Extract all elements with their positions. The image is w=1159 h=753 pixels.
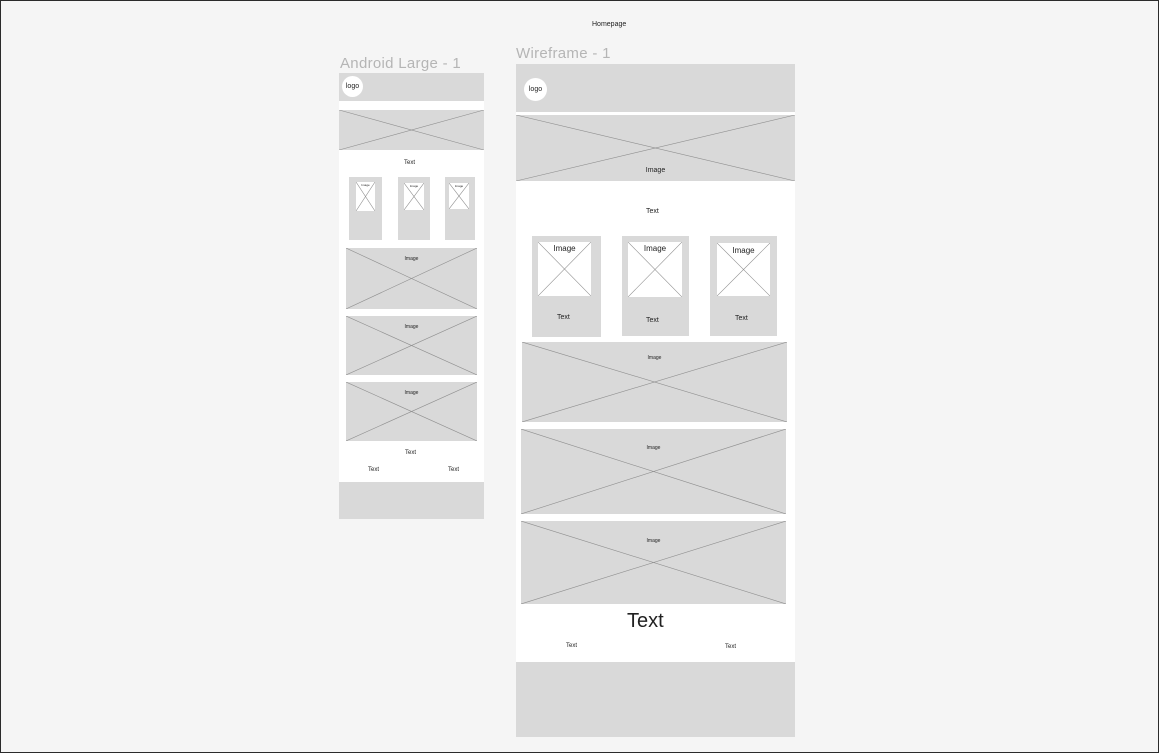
product-card[interactable]: Image Text: [710, 236, 777, 336]
footer-left-text: Text: [368, 467, 380, 473]
image-label: Image: [646, 538, 661, 544]
card-image-label: Image: [454, 184, 464, 188]
image-label: Image: [647, 355, 662, 361]
section-text: Text: [646, 208, 659, 215]
logo[interactable]: logo: [342, 76, 363, 97]
image-placeholder: Image: [346, 316, 477, 375]
image-label: Image: [404, 256, 419, 262]
card-image-label: Image: [361, 183, 370, 187]
bottom-bar: [516, 662, 795, 737]
card-image-placeholder: Image: [404, 183, 424, 210]
card-image-placeholder: Image: [356, 182, 375, 211]
card-image-placeholder: Image: [538, 242, 591, 296]
card-image-placeholder: Image: [449, 183, 469, 209]
hero-image-placeholder: Image: [516, 115, 795, 181]
image-label: Image: [404, 324, 419, 330]
image-placeholder: Image: [521, 521, 786, 604]
product-card[interactable]: Image: [398, 177, 430, 240]
card-text: Text: [646, 317, 659, 324]
image-placeholder: Image: [521, 429, 786, 514]
footer-title: Text: [405, 450, 417, 456]
product-card[interactable]: Image: [349, 177, 382, 240]
card-image-placeholder: Image: [717, 243, 770, 296]
card-text: Text: [557, 314, 570, 321]
card-image-label: Image: [732, 246, 755, 255]
header-bar: logo: [516, 64, 795, 112]
footer-left-text: Text: [566, 643, 578, 649]
page-title: Homepage: [592, 21, 627, 28]
header-bar: logo: [339, 73, 484, 101]
card-text: Text: [735, 315, 748, 322]
footer-right-text: Text: [448, 467, 460, 473]
hero-image-label: Image: [645, 167, 666, 174]
bottom-bar: [339, 482, 484, 519]
image-label: Image: [646, 445, 661, 451]
frame-android-large[interactable]: logo Text Image Image Image Image Image …: [339, 73, 484, 519]
card-image-label: Image: [553, 244, 576, 253]
card-image-label: Image: [643, 244, 667, 253]
product-card[interactable]: Image Text: [532, 236, 601, 337]
frame-label-wireframe[interactable]: Wireframe - 1: [516, 45, 611, 62]
image-label: Image: [404, 390, 419, 396]
product-card[interactable]: Image: [445, 177, 475, 240]
logo[interactable]: logo: [524, 78, 547, 101]
footer-title: Text: [627, 610, 664, 632]
frame-label-android[interactable]: Android Large - 1: [340, 55, 461, 72]
image-placeholder: Image: [522, 342, 787, 422]
product-card[interactable]: Image Text: [622, 236, 689, 336]
image-placeholder: Image: [346, 248, 477, 309]
card-image-placeholder: Image: [628, 242, 682, 297]
image-placeholder: Image: [346, 382, 477, 441]
frame-wireframe[interactable]: logo Image Text Image Text Image Text Im…: [516, 64, 795, 737]
section-text: Text: [404, 160, 416, 166]
card-image-label: Image: [409, 184, 419, 188]
hero-image-placeholder: [339, 110, 484, 150]
footer-right-text: Text: [725, 644, 737, 650]
